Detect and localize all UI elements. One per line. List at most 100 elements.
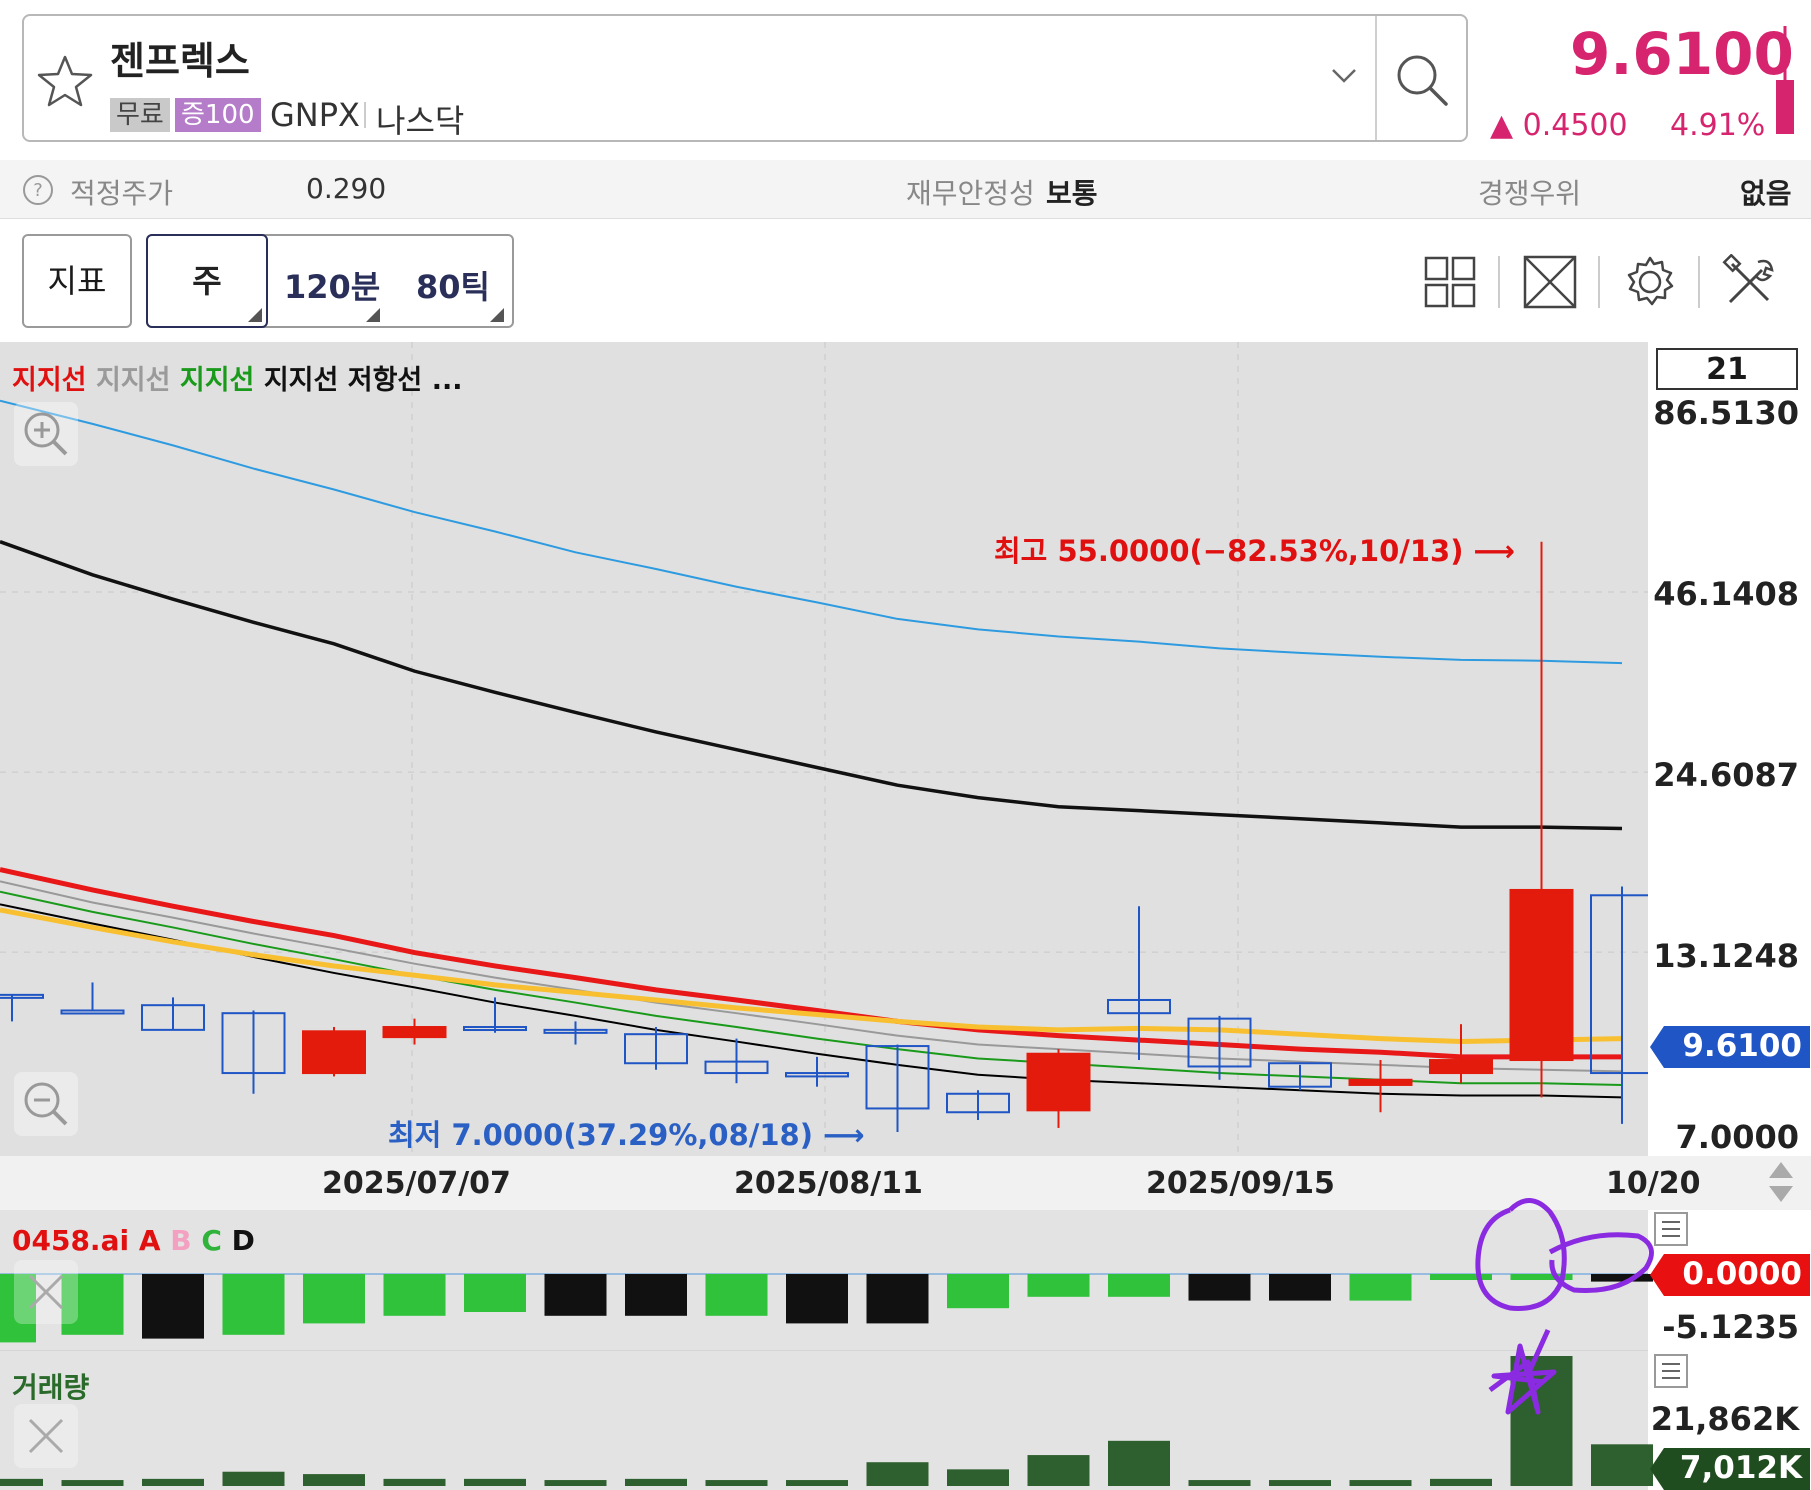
- indicator-bar: [1108, 1274, 1170, 1297]
- handwritten-annotation: [1475, 1198, 1654, 1415]
- legend-support-2: 지지선: [95, 365, 171, 396]
- legend-support-3: 지지선: [179, 365, 255, 396]
- chevron-down-icon[interactable]: [1330, 66, 1358, 86]
- help-icon[interactable]: ?: [22, 174, 54, 206]
- date-label: 2025/07/07: [322, 1166, 511, 1201]
- candlestick-chart[interactable]: [0, 342, 1648, 1156]
- volume-bar: [0, 1478, 43, 1486]
- indicator-d: D: [231, 1224, 255, 1257]
- tab-120min[interactable]: 120분: [284, 262, 380, 308]
- indicator-bar: [383, 1274, 446, 1316]
- favorite-star-icon[interactable]: [36, 54, 94, 108]
- candle-body: [1590, 894, 1648, 1075]
- volume-bar: [947, 1469, 1009, 1486]
- volume-value-text: 7,012K: [1679, 1450, 1802, 1486]
- volume-bar: [705, 1480, 768, 1486]
- candle-body: [382, 1026, 447, 1039]
- indicator-b: B: [170, 1224, 192, 1257]
- tab-80tick[interactable]: 80틱: [416, 262, 490, 308]
- volume-bar: [1591, 1444, 1653, 1486]
- candle-body: [1348, 1078, 1413, 1086]
- moving-average-line: [0, 540, 1623, 831]
- candle-body: [1429, 1059, 1493, 1075]
- indicator-button[interactable]: 지표: [22, 234, 132, 328]
- indicator-bar: [222, 1274, 285, 1335]
- zoom-out-icon: [24, 1082, 68, 1126]
- y-tick-label: 7.0000: [1675, 1118, 1799, 1156]
- volume-bar: [625, 1478, 687, 1486]
- stability-value: 보통: [1046, 177, 1098, 210]
- indicator-bar: [303, 1274, 365, 1324]
- divider: [0, 1350, 1648, 1351]
- volume-bar: [1027, 1455, 1090, 1486]
- volume-bar: [1108, 1440, 1170, 1486]
- indicator-bar: [1269, 1274, 1331, 1301]
- indicator-bar: [625, 1274, 687, 1316]
- legend-support-1: 지지선: [12, 365, 87, 396]
- candle-body: [1509, 888, 1574, 1062]
- close-volume-button[interactable]: [14, 1404, 78, 1468]
- period-count-box[interactable]: 21: [1656, 348, 1798, 390]
- moving-average-line: [0, 907, 1623, 1045]
- competitive-label: 경쟁우위: [1478, 177, 1582, 210]
- date-label: 2025/08/11: [734, 1166, 923, 1201]
- indicator-legend[interactable]: 0458.ai A B C D: [12, 1224, 255, 1257]
- low-annotation: 최저 7.0000(37.29%,08/18) ⟶: [388, 1118, 865, 1152]
- price-change-percent: 4.91%: [1670, 108, 1766, 143]
- indicator-bar: [142, 1274, 204, 1339]
- moving-average-line: [0, 867, 1622, 1060]
- dropdown-corner-icon: [248, 308, 262, 322]
- candle-body: [60, 1009, 125, 1015]
- zoom-out-button[interactable]: [14, 1072, 78, 1136]
- divider: [1375, 16, 1377, 140]
- divider: [364, 102, 366, 128]
- y-tick-label: 86.5130: [1653, 394, 1799, 432]
- volume-bar: [142, 1478, 204, 1486]
- indicator-a: A: [138, 1224, 161, 1257]
- stock-name[interactable]: 젠프렉스: [110, 30, 250, 85]
- chart-legend[interactable]: 지지선 지지선 지지선 지지선 저항선 ...: [12, 358, 462, 397]
- volume-bar: [1349, 1480, 1412, 1486]
- volume-title: 거래량: [12, 1371, 90, 1404]
- zoom-in-button[interactable]: [14, 402, 78, 466]
- close-icon: [28, 1418, 64, 1454]
- expand-icon[interactable]: [1522, 254, 1578, 310]
- margin-badge: 증100: [175, 98, 261, 132]
- volume-bar: [61, 1480, 124, 1486]
- grid-icon[interactable]: [1424, 256, 1476, 308]
- settings-icon[interactable]: [1622, 254, 1678, 310]
- indicator-name: 0458.ai: [12, 1224, 130, 1257]
- mini-candle-icon: [1776, 26, 1794, 134]
- current-price: 9.6100: [1570, 20, 1794, 88]
- volume-bar: [464, 1478, 526, 1486]
- legend-support-4: 지지선: [263, 365, 339, 396]
- market-name: 나스닥: [376, 102, 465, 140]
- indicator-bar: [544, 1274, 607, 1316]
- search-icon[interactable]: [1392, 50, 1450, 108]
- volume-bar: [1269, 1480, 1331, 1486]
- fair-price-value: 0.290: [306, 172, 387, 205]
- candle-body: [1026, 1052, 1091, 1112]
- indicator-value-text: 0.0000: [1682, 1256, 1802, 1292]
- volume-bar: [222, 1471, 285, 1486]
- divider: [1698, 256, 1700, 308]
- zoom-in-icon: [24, 412, 68, 456]
- indicator-bar: [705, 1274, 768, 1316]
- indicator-bar: [866, 1274, 929, 1324]
- volume-bar: [786, 1480, 848, 1486]
- divider: [1498, 256, 1500, 308]
- indicator-bar: [464, 1274, 526, 1312]
- scroll-updown-icon[interactable]: [1766, 1160, 1796, 1204]
- tools-icon[interactable]: [1722, 254, 1778, 310]
- candle-body: [0, 993, 44, 999]
- svg-text:?: ?: [33, 180, 43, 201]
- candle-body: [302, 1030, 366, 1075]
- fair-price-label: 적정주가: [70, 177, 174, 210]
- close-icon: [28, 1274, 64, 1310]
- high-annotation: 최고 55.0000(−82.53%,10/13) ⟶: [994, 534, 1516, 568]
- close-indicator-button[interactable]: [14, 1260, 78, 1324]
- competitive-value: 없음: [1740, 177, 1792, 210]
- y-tick-label: 13.1248: [1653, 937, 1799, 975]
- volume-bar: [1430, 1478, 1492, 1486]
- moving-average-line: [0, 903, 1623, 1099]
